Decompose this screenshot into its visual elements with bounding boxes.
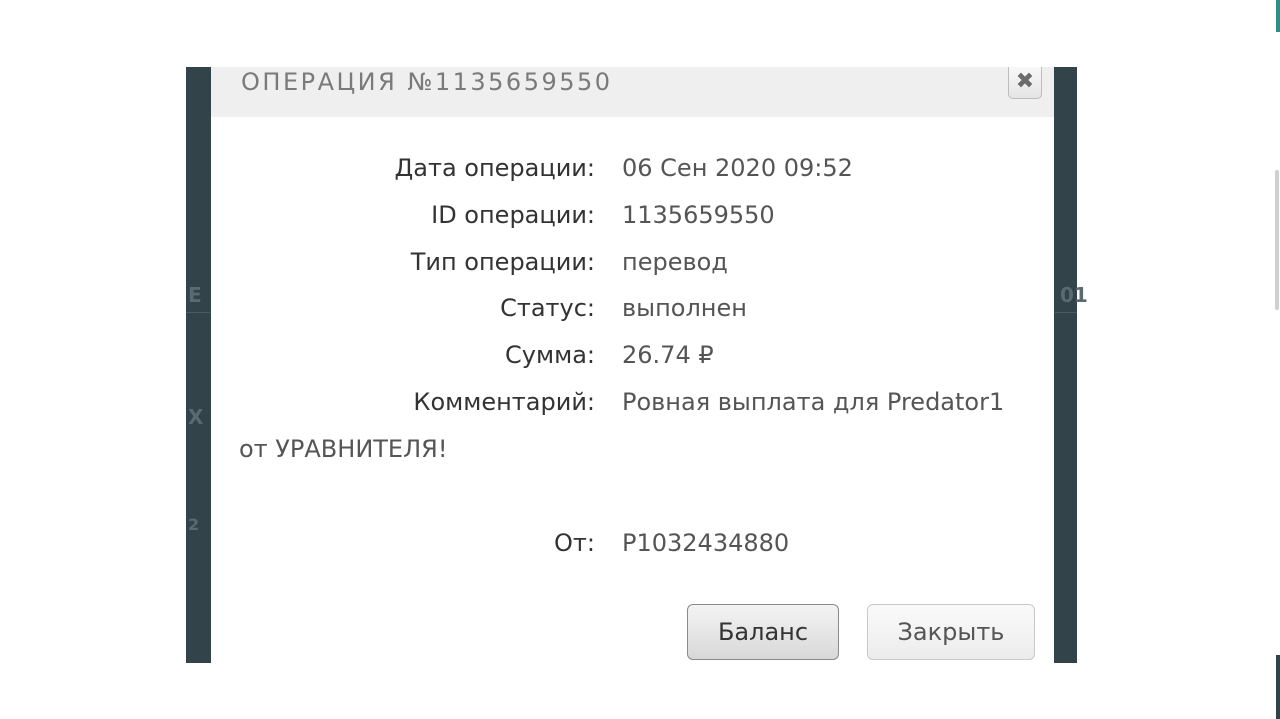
edge-accent — [1276, 0, 1280, 32]
detail-value: 06 Сен 2020 09:52 — [622, 154, 853, 182]
close-icon: ✖ — [1015, 68, 1035, 94]
detail-row-date: Дата операции: 06 Сен 2020 09:52 — [211, 153, 1054, 183]
detail-row-type: Тип операции: перевод — [211, 247, 1054, 277]
operation-dialog: ОПЕРАЦИЯ №1135659550 ✖ Дата операции: 06… — [211, 67, 1054, 663]
detail-label: Дата операции: — [394, 154, 595, 182]
background-fragment: E — [188, 283, 202, 307]
edge-accent — [1276, 655, 1280, 719]
close-dialog-button[interactable]: Закрыть — [867, 604, 1035, 660]
detail-value: P1032434880 — [622, 529, 790, 557]
background-divider — [186, 312, 210, 313]
detail-label: От: — [554, 529, 595, 557]
detail-row-comment: Комментарий: Ровная выплата для Predator… — [211, 387, 1054, 417]
dialog-header: ОПЕРАЦИЯ №1135659550 ✖ — [211, 67, 1054, 117]
detail-value: 26.74 ₽ — [622, 341, 714, 369]
detail-label: Статус: — [500, 294, 595, 322]
balance-button[interactable]: Баланс — [687, 604, 839, 660]
page-scrollbar[interactable] — [1273, 0, 1280, 719]
detail-value: выполнен — [622, 294, 747, 322]
background-fragment: X — [188, 405, 204, 429]
detail-label: ID операции: — [431, 201, 595, 229]
detail-label: Комментарий: — [413, 388, 595, 416]
close-button[interactable]: ✖ — [1008, 67, 1042, 99]
background-fragment: 01 — [1060, 283, 1088, 307]
background-divider — [1055, 312, 1077, 313]
dialog-title: ОПЕРАЦИЯ №1135659550 — [241, 68, 613, 96]
scrollbar-thumb[interactable] — [1275, 170, 1279, 310]
detail-value: Ровная выплата для Predator1 — [622, 388, 1005, 416]
detail-label: Сумма: — [505, 341, 595, 369]
detail-row-status: Статус: выполнен — [211, 293, 1054, 323]
detail-row-from: От: P1032434880 — [211, 528, 1054, 558]
comment-continuation: от УРАВНИТЕЛЯ! — [239, 435, 448, 463]
detail-label: Тип операции: — [410, 248, 595, 276]
detail-row-amount: Сумма: 26.74 ₽ — [211, 340, 1054, 370]
detail-value: 1135659550 — [622, 201, 775, 229]
detail-row-id: ID операции: 1135659550 — [211, 200, 1054, 230]
background-fragment: 2 — [188, 515, 200, 534]
detail-value: перевод — [622, 248, 728, 276]
